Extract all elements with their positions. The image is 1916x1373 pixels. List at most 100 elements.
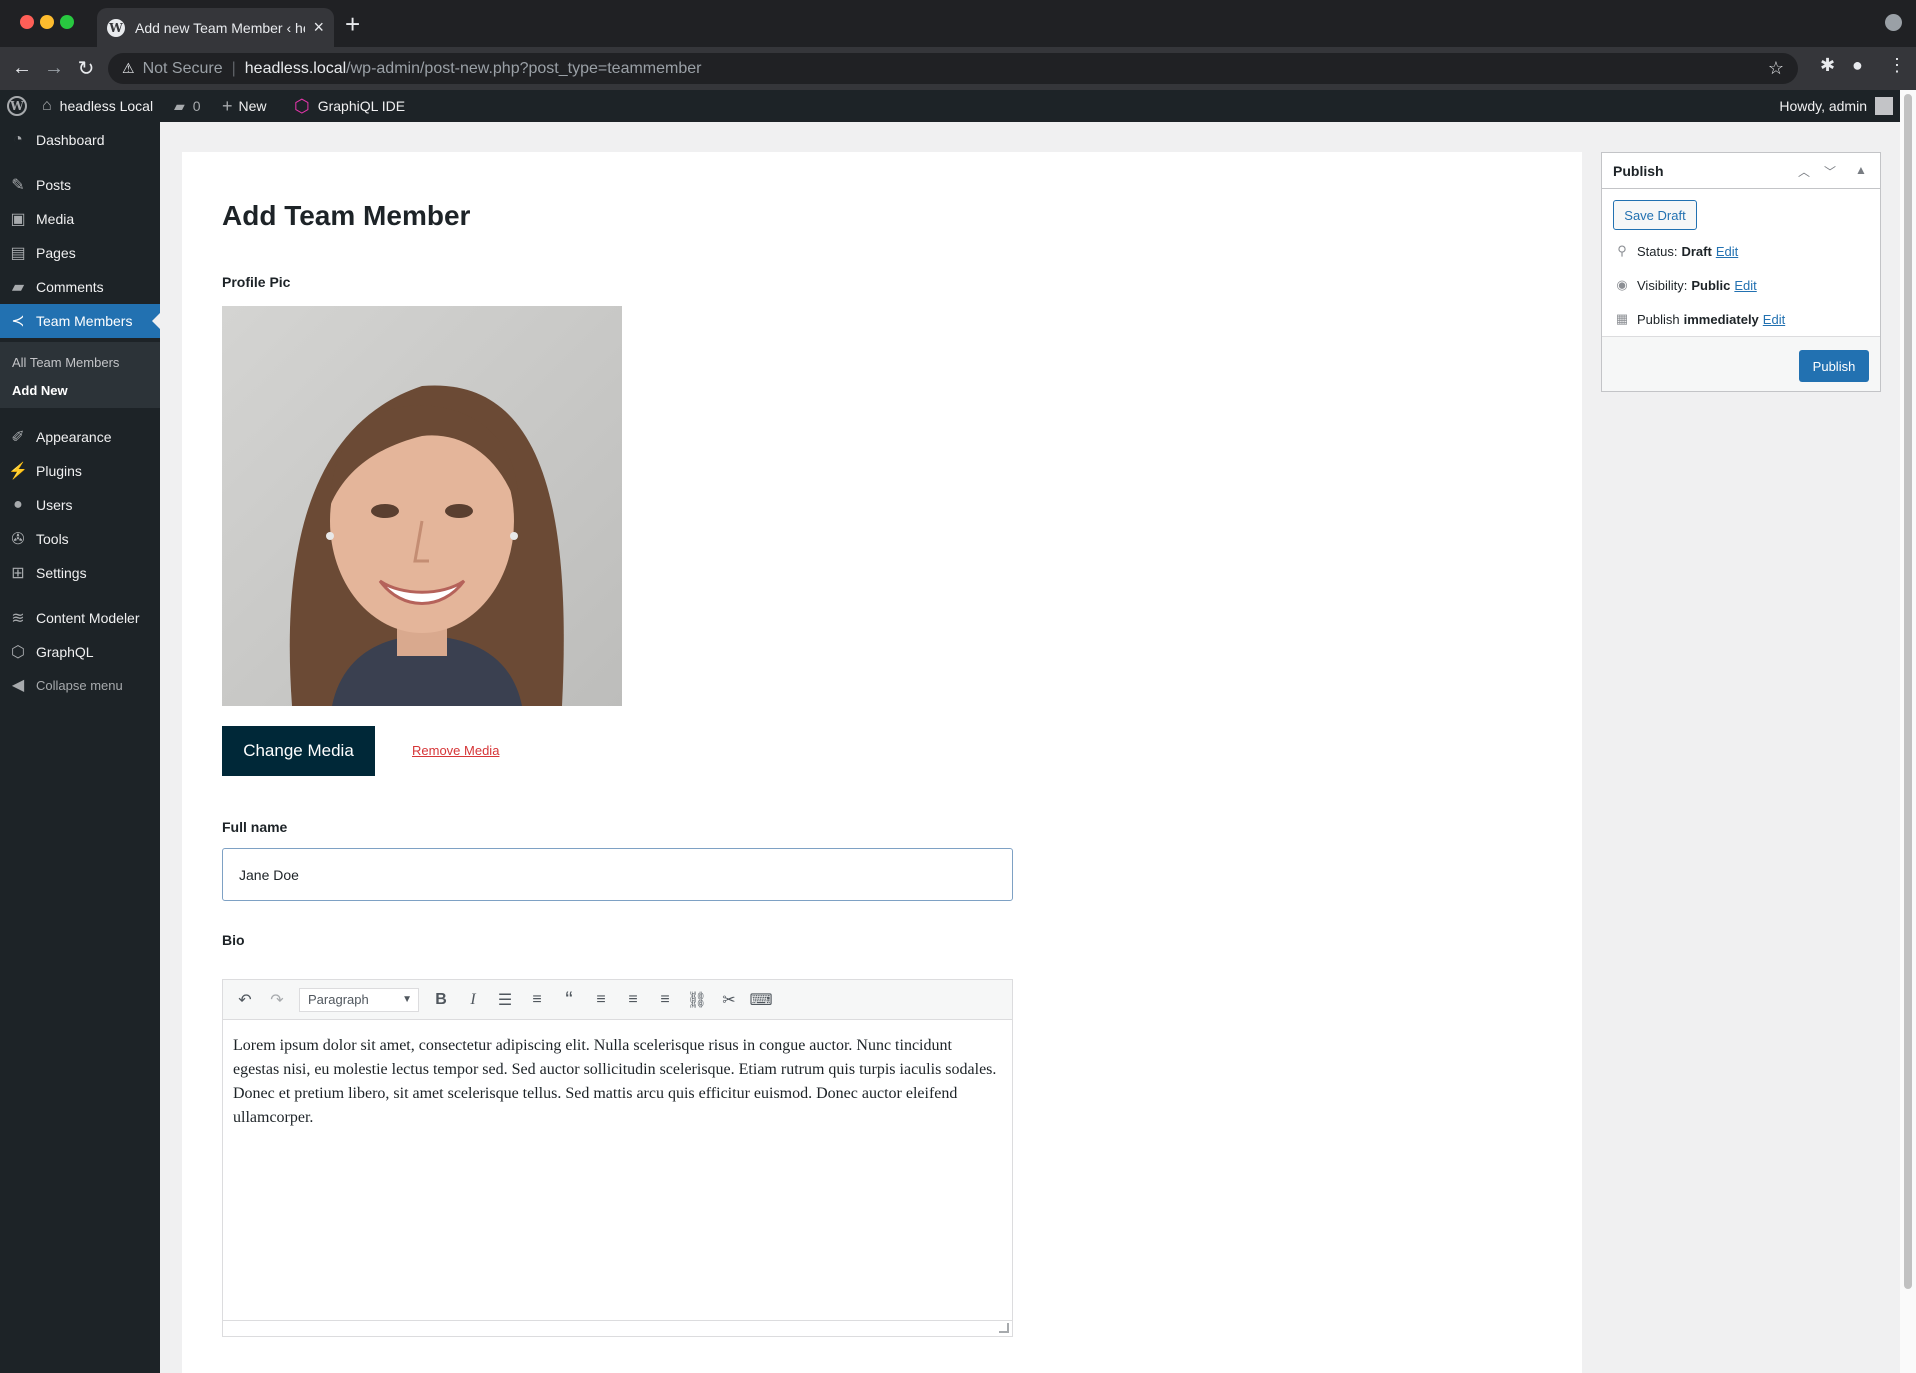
scrollbar-thumb[interactable] [1904,94,1912,1289]
submenu-item-all-team-members[interactable]: All Team Members [12,355,119,370]
italic-icon[interactable]: I [457,991,489,1009]
url-host: headless.local [244,59,347,77]
paragraph-format-select[interactable]: Paragraph ▼ [299,987,419,1012]
collapse-menu-button[interactable]: ◀ Collapse menu [0,668,160,702]
align-right-icon[interactable]: ≡ [649,991,681,1009]
editor-toolbar: ↶ ↷ Paragraph ▼ B I ☰ ≡ “ ≡ ≡ ≡ ⛓ ✂ ⌨ [223,980,1012,1020]
tab-close-icon[interactable]: × [313,17,324,38]
visibility-label: Visibility: [1637,277,1688,293]
extensions-icon[interactable]: ✱ [1820,55,1835,76]
plus-icon: + [222,95,233,116]
graphql-logo-icon: ⬡ [294,95,310,116]
publish-panel: Publish ︿ ﹀ ▲ Save Draft ⚲ Status: Draft… [1601,152,1881,392]
remove-link-icon[interactable]: ✂ [713,990,745,1010]
comment-icon: ▰ [11,279,25,296]
window-close-dot[interactable] [20,15,34,29]
edit-publish-date-link[interactable]: Edit [1763,312,1785,327]
tab-title: Add new Team Member ‹ headl [135,19,305,36]
window-minimize-dot[interactable] [40,15,54,29]
sidebar-item-dashboard[interactable]: ◔ Dashboard [0,123,160,157]
profile-icon[interactable]: ● [1852,55,1863,76]
sidebar-item-appearance[interactable]: ✐ Appearance [0,420,160,454]
address-bar[interactable]: ⚠ Not Secure | headless.local /wp-admin/… [108,53,1798,84]
graphiql-ide-link[interactable]: ⬡ GraphiQL IDE [294,90,405,122]
reload-icon[interactable]: ↻ [70,56,102,81]
sidebar-item-users[interactable]: ● Users [0,488,160,522]
browser-tab[interactable]: W Add new Team Member ‹ headl × [97,8,334,47]
main-content: Add Team Member Profile Pic Change Media [182,152,1582,1373]
sidebar-item-comments[interactable]: ▰ Comments [0,270,160,304]
url-path: /wp-admin/post-new.php?post_type=teammem… [346,59,702,77]
bulleted-list-icon[interactable]: ☰ [489,990,521,1010]
publish-button[interactable]: Publish [1799,350,1869,382]
change-media-button[interactable]: Change Media [222,726,375,776]
sidebar-item-graphql[interactable]: ⬡ GraphQL [0,635,160,669]
team-members-icon: ≺ [11,313,25,330]
site-name: headless Local [59,98,154,114]
my-account-link[interactable]: Howdy, admin [1779,90,1893,122]
sidebar-item-posts[interactable]: ✎ Posts [0,168,160,202]
layers-icon: ≋ [11,610,25,627]
comments-link[interactable]: ▰ 0 [174,90,201,122]
move-down-icon[interactable]: ﹀ [1824,163,1836,180]
edit-visibility-link[interactable]: Edit [1734,278,1756,293]
browser-tab-bar: W Add new Team Member ‹ headl × + [0,0,1916,47]
security-label: Not Secure [142,59,223,77]
editor-resize-handle[interactable] [223,1320,1012,1336]
sidebar-item-tools[interactable]: ✇ Tools [0,522,160,556]
insert-link-icon[interactable]: ⛓ [681,990,713,1010]
blockquote-icon[interactable]: “ [553,987,585,1013]
tab-search-icon[interactable] [1885,14,1902,31]
redo-icon[interactable]: ↷ [261,990,293,1010]
new-tab-icon[interactable]: + [345,10,360,38]
sidebar-item-label: Plugins [36,463,82,479]
move-up-icon[interactable]: ︿ [1798,163,1810,180]
forward-icon[interactable]: → [38,57,70,80]
sidebar-item-label: Team Members [36,313,133,329]
remove-media-link[interactable]: Remove Media [412,743,499,758]
graphiql-label: GraphiQL IDE [317,98,406,114]
sidebar-item-content-modeler[interactable]: ≋ Content Modeler [0,601,160,635]
profile-photo [222,306,622,706]
collapse-panel-icon[interactable]: ▲ [1855,163,1867,177]
edit-status-link[interactable]: Edit [1716,244,1738,259]
back-icon[interactable]: ← [6,57,38,80]
page-scrollbar[interactable] [1900,90,1916,1373]
wordpress-logo-icon: W [7,96,27,116]
bold-icon[interactable]: B [425,991,457,1009]
paintbrush-icon: ✐ [11,429,25,446]
bio-editor-content[interactable]: Lorem ipsum dolor sit amet, consectetur … [223,1020,1012,1144]
format-select-value: Paragraph [308,992,369,1007]
sidebar-item-settings[interactable]: ⊞ Settings [0,556,160,590]
warning-icon: ⚠ [122,60,135,76]
comment-bubble-icon: ▰ [174,97,185,114]
new-content-link[interactable]: + New [222,90,267,122]
sidebar-item-team-members[interactable]: ≺ Team Members [0,304,160,338]
undo-icon[interactable]: ↶ [229,990,261,1010]
address-separator: | [231,59,236,77]
team-members-submenu: All Team Members Add New [0,342,160,408]
window-zoom-dot[interactable] [60,15,74,29]
comments-count: 0 [192,98,201,114]
wp-logo-menu[interactable]: W [7,90,27,122]
toolbar-toggle-icon[interactable]: ⌨ [745,990,777,1010]
align-left-icon[interactable]: ≡ [585,991,617,1009]
sidebar-item-label: Dashboard [36,132,105,148]
pushpin-icon: ✎ [11,177,25,194]
status-value: Draft [1681,243,1712,259]
numbered-list-icon[interactable]: ≡ [521,991,553,1009]
save-draft-button[interactable]: Save Draft [1613,200,1697,230]
sidebar-item-label: Content Modeler [36,610,140,626]
sidebar-item-pages[interactable]: ▤ Pages [0,236,160,270]
full-name-input[interactable] [222,848,1013,901]
sidebar-item-label: Tools [36,531,69,547]
sidebar-item-plugins[interactable]: ⚡ Plugins [0,454,160,488]
sidebar-item-label: Appearance [36,429,112,445]
page-title: Add Team Member [222,200,471,231]
submenu-item-add-new[interactable]: Add New [12,383,68,398]
sidebar-item-media[interactable]: ▣ Media [0,202,160,236]
site-name-link[interactable]: ⌂ headless Local [42,90,153,122]
bookmark-star-icon[interactable]: ☆ [1768,58,1784,79]
align-center-icon[interactable]: ≡ [617,991,649,1009]
browser-menu-icon[interactable]: ⋮ [1888,55,1906,76]
